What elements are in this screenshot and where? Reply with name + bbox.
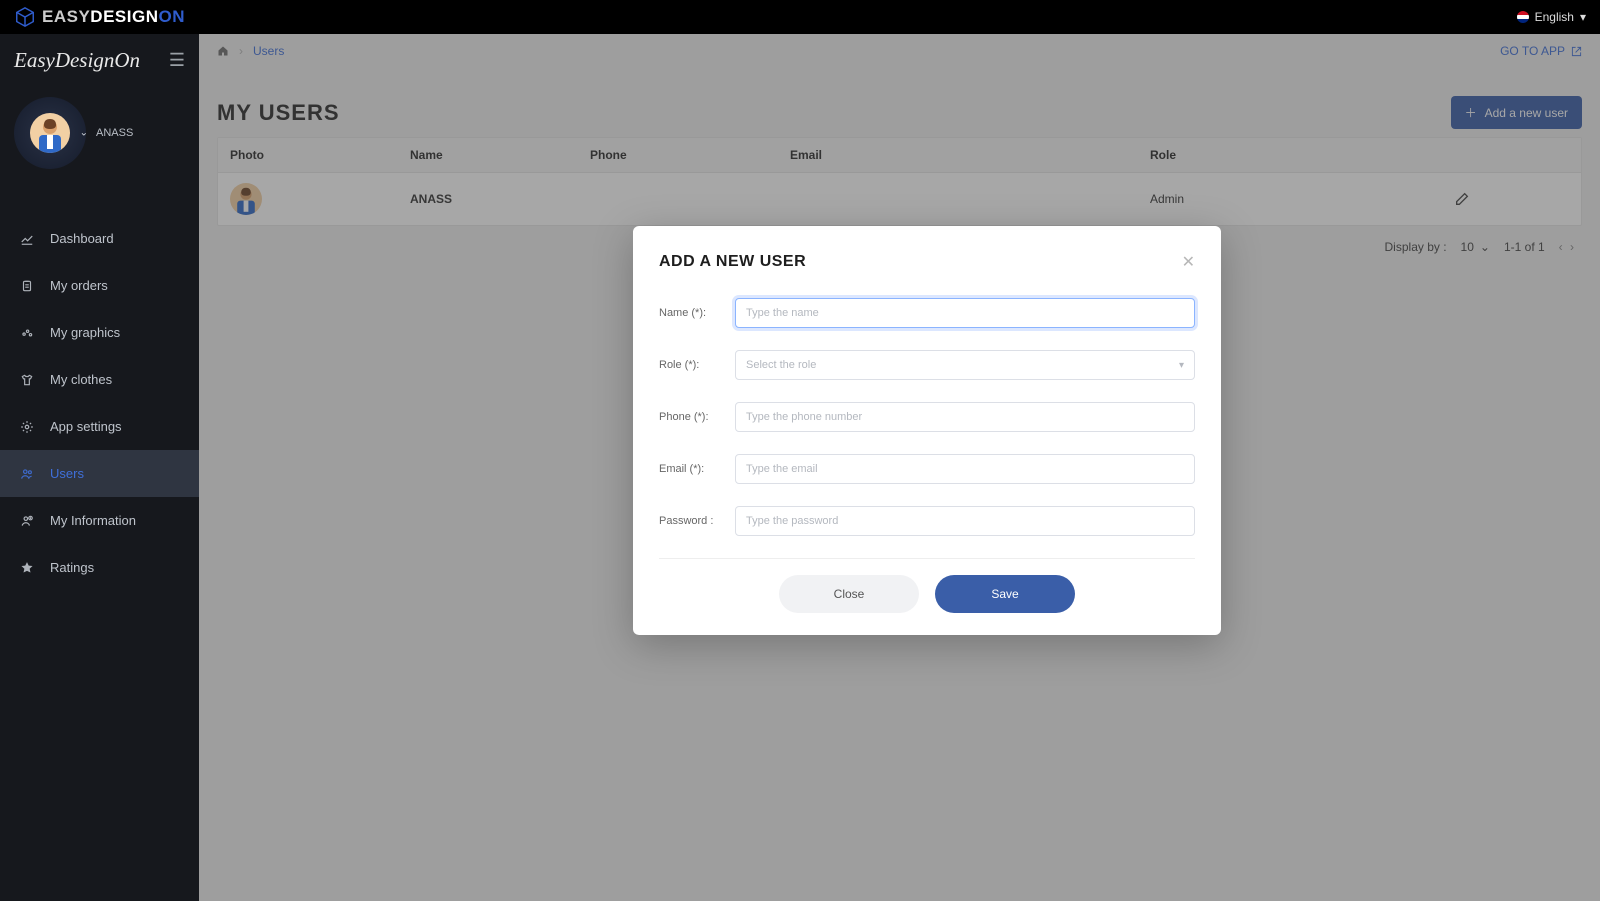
sidebar-profile[interactable]: ⌄ ANASS: [0, 83, 199, 189]
modal-header: ADD A NEW USER ✕: [659, 252, 1195, 272]
sidebar-item-ratings[interactable]: Ratings: [0, 544, 199, 591]
role-placeholder: Select the role: [746, 359, 816, 371]
phone-input[interactable]: [735, 402, 1195, 432]
form-row-email: Email (*):: [659, 454, 1195, 484]
modal-divider: [659, 558, 1195, 559]
user-info-icon: [20, 514, 36, 528]
sidebar-item-orders[interactable]: My orders: [0, 262, 199, 309]
brand-text-part1: EASY: [42, 7, 90, 26]
role-select[interactable]: Select the role ▾: [735, 350, 1195, 380]
sidebar-item-label: My Information: [50, 513, 136, 528]
name-input[interactable]: [735, 298, 1195, 328]
tshirt-icon: [20, 373, 36, 387]
sidebar-item-label: My clothes: [50, 372, 112, 387]
sidebar-header: EasyDesignOn ☰: [0, 34, 199, 83]
form-row-name: Name (*):: [659, 298, 1195, 328]
sidebar-item-label: My orders: [50, 278, 108, 293]
sidebar-item-label: App settings: [50, 419, 122, 434]
save-button[interactable]: Save: [935, 575, 1075, 613]
form-row-role: Role (*): Select the role ▾: [659, 350, 1195, 380]
star-icon: [20, 561, 36, 575]
role-label: Role (*):: [659, 359, 731, 371]
password-input[interactable]: [735, 506, 1195, 536]
avatar-wrap: ⌄: [14, 97, 86, 169]
sidebar-username: ANASS: [96, 127, 133, 139]
sidebar-logo: EasyDesignOn: [14, 48, 140, 73]
name-label: Name (*):: [659, 307, 731, 319]
brand-text: EASYDESIGNON: [42, 7, 185, 27]
profile-caret-icon: ⌄: [80, 128, 88, 139]
brand: EASYDESIGNON: [14, 6, 185, 28]
caret-down-icon: ▾: [1580, 10, 1586, 24]
form-row-phone: Phone (*):: [659, 402, 1195, 432]
sidebar-item-graphics[interactable]: My graphics: [0, 309, 199, 356]
users-icon: [20, 467, 36, 481]
phone-label: Phone (*):: [659, 411, 731, 423]
add-user-modal: ADD A NEW USER ✕ Name (*): Role (*): Sel…: [633, 226, 1221, 635]
avatar-icon: [30, 113, 70, 153]
brand-text-part3: ON: [158, 7, 185, 26]
sidebar-item-info[interactable]: My Information: [0, 497, 199, 544]
language-label: English: [1535, 10, 1574, 24]
global-topbar: EASYDESIGNON English ▾: [0, 0, 1600, 34]
sidebar-item-label: Dashboard: [50, 231, 114, 246]
palette-icon: [20, 326, 36, 340]
password-label: Password :: [659, 515, 731, 527]
gear-icon: [20, 420, 36, 434]
sidebar-nav: Dashboard My orders My graphics My cloth…: [0, 215, 199, 591]
caret-down-icon: ▾: [1179, 360, 1184, 371]
close-icon[interactable]: ✕: [1182, 252, 1195, 272]
language-switcher[interactable]: English ▾: [1517, 10, 1586, 24]
sidebar-item-dashboard[interactable]: Dashboard: [0, 215, 199, 262]
sidebar-item-users[interactable]: Users: [0, 450, 199, 497]
sidebar-item-label: Users: [50, 466, 84, 481]
close-button[interactable]: Close: [779, 575, 919, 613]
form-row-password: Password :: [659, 506, 1195, 536]
email-label: Email (*):: [659, 463, 731, 475]
sidebar-item-clothes[interactable]: My clothes: [0, 356, 199, 403]
modal-actions: Close Save: [659, 575, 1195, 613]
email-input[interactable]: [735, 454, 1195, 484]
sidebar-item-label: Ratings: [50, 560, 94, 575]
brand-cube-icon: [14, 6, 36, 28]
sidebar-item-label: My graphics: [50, 325, 120, 340]
flag-icon: [1517, 11, 1529, 23]
brand-text-part2: DESIGN: [90, 7, 158, 26]
sidebar-item-settings[interactable]: App settings: [0, 403, 199, 450]
main: › Users GO TO APP MY USERS ＋ Add a new u…: [199, 34, 1600, 901]
clipboard-icon: [20, 279, 36, 293]
hamburger-icon[interactable]: ☰: [169, 50, 185, 71]
modal-title: ADD A NEW USER: [659, 253, 806, 271]
chart-line-icon: [20, 232, 36, 246]
sidebar: EasyDesignOn ☰ ⌄ ANASS Dashboard My orde…: [0, 34, 199, 901]
